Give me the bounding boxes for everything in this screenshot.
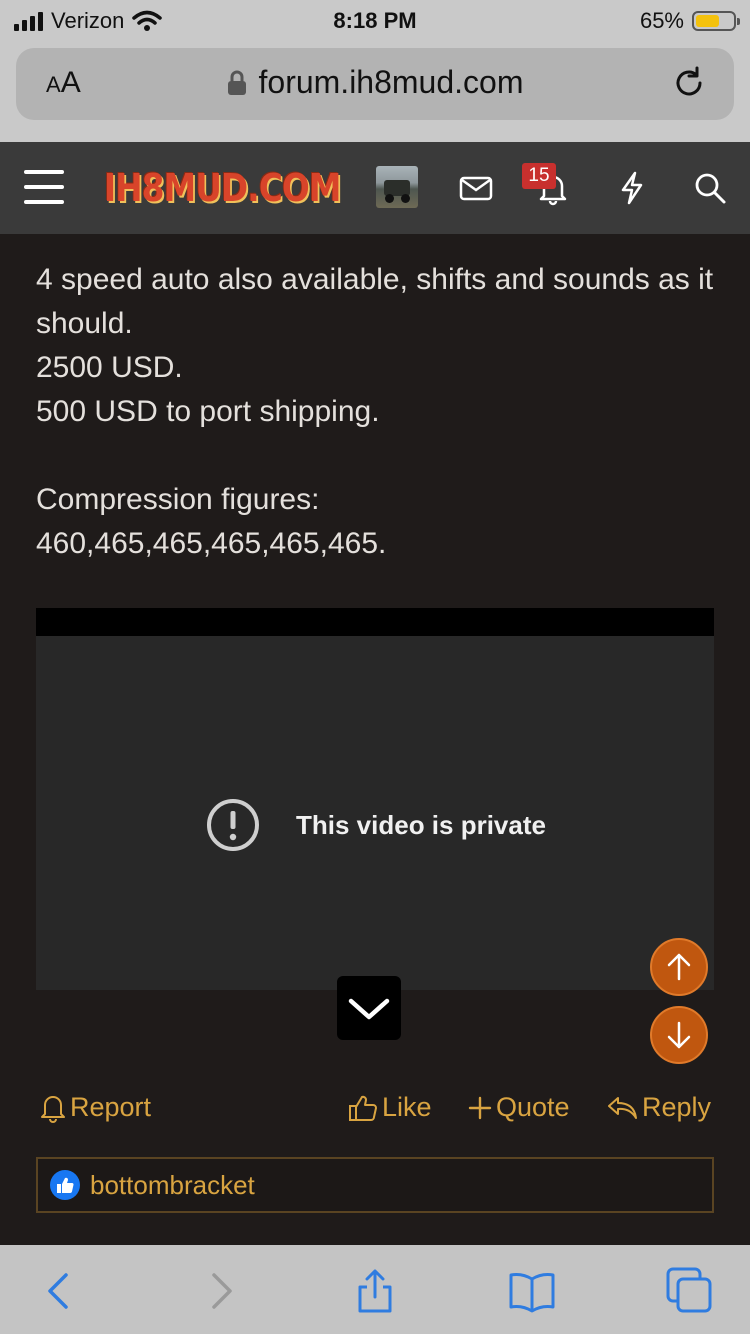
avatar[interactable] xyxy=(376,166,418,208)
scroll-up-button[interactable] xyxy=(650,938,708,996)
post-line: 460,465,465,465,465,465. xyxy=(36,527,387,560)
search-icon[interactable] xyxy=(692,170,728,206)
arrow-down-icon xyxy=(667,1021,691,1049)
like-reaction-icon xyxy=(50,1170,80,1200)
thumbs-up-icon xyxy=(349,1095,377,1121)
post-line: Compression figures: xyxy=(36,483,320,516)
video-top-bar xyxy=(36,608,714,636)
post-actions: Report Like Quote Reply xyxy=(0,1092,750,1136)
battery-icon xyxy=(692,11,740,31)
back-icon[interactable] xyxy=(36,1267,84,1315)
like-label: Like xyxy=(382,1092,432,1122)
lock-icon xyxy=(227,70,246,95)
battery-percent: 65% xyxy=(639,8,684,33)
quote-button[interactable]: Quote xyxy=(468,1092,570,1123)
post-line: 2500 USD. xyxy=(36,351,183,384)
reactions-bar[interactable]: bottombracket xyxy=(36,1157,714,1213)
site-logo[interactable]: IH8MUD.COM xyxy=(104,166,341,210)
post-body: 4 speed auto also available, shifts and … xyxy=(36,258,716,566)
report-label: Report xyxy=(70,1092,152,1122)
site-header: IH8MUD.COM xyxy=(0,142,750,234)
scroll-down-button[interactable] xyxy=(650,1006,708,1064)
post-line: 4 speed auto also available, shifts and … xyxy=(36,263,714,340)
notification-badge[interactable]: 15 xyxy=(522,163,556,189)
reactions-user-link[interactable]: bottombracket xyxy=(90,1170,255,1201)
report-button[interactable]: Report xyxy=(40,1092,151,1123)
lightning-icon[interactable] xyxy=(614,170,650,206)
video-embed[interactable]: This video is private xyxy=(36,608,714,990)
video-message: This video is private xyxy=(296,809,546,840)
bell-icon xyxy=(41,1095,65,1123)
forward-icon[interactable] xyxy=(196,1267,244,1315)
like-button[interactable]: Like xyxy=(348,1092,432,1123)
mail-icon[interactable] xyxy=(458,170,494,206)
battery-fill xyxy=(696,15,719,27)
reply-icon xyxy=(608,1096,637,1119)
browser-toolbar xyxy=(0,1245,750,1334)
plus-icon xyxy=(468,1096,492,1119)
bookmarks-icon[interactable] xyxy=(508,1267,556,1315)
url-text[interactable]: forum.ih8mud.com xyxy=(259,64,524,101)
status-time: 8:18 PM xyxy=(333,8,417,33)
quote-label: Quote xyxy=(496,1092,570,1122)
reload-icon[interactable] xyxy=(670,64,708,102)
tabs-icon[interactable] xyxy=(666,1267,714,1315)
address-bar[interactable]: AA forum.ih8mud.com xyxy=(16,48,734,120)
reply-button[interactable]: Reply xyxy=(606,1092,711,1123)
arrow-up-icon xyxy=(667,953,691,981)
chevron-down-icon xyxy=(348,998,390,1020)
alert-icon xyxy=(207,799,259,851)
ios-status-bar: Verizon 8:18 PM 65% xyxy=(0,0,750,40)
menu-icon[interactable] xyxy=(24,170,64,204)
collapse-button[interactable] xyxy=(337,976,401,1040)
browser-top-bar: AA forum.ih8mud.com xyxy=(0,40,750,142)
share-icon[interactable] xyxy=(351,1267,399,1315)
reply-label: Reply xyxy=(642,1092,712,1122)
post-line: 500 USD to port shipping. xyxy=(36,395,380,428)
